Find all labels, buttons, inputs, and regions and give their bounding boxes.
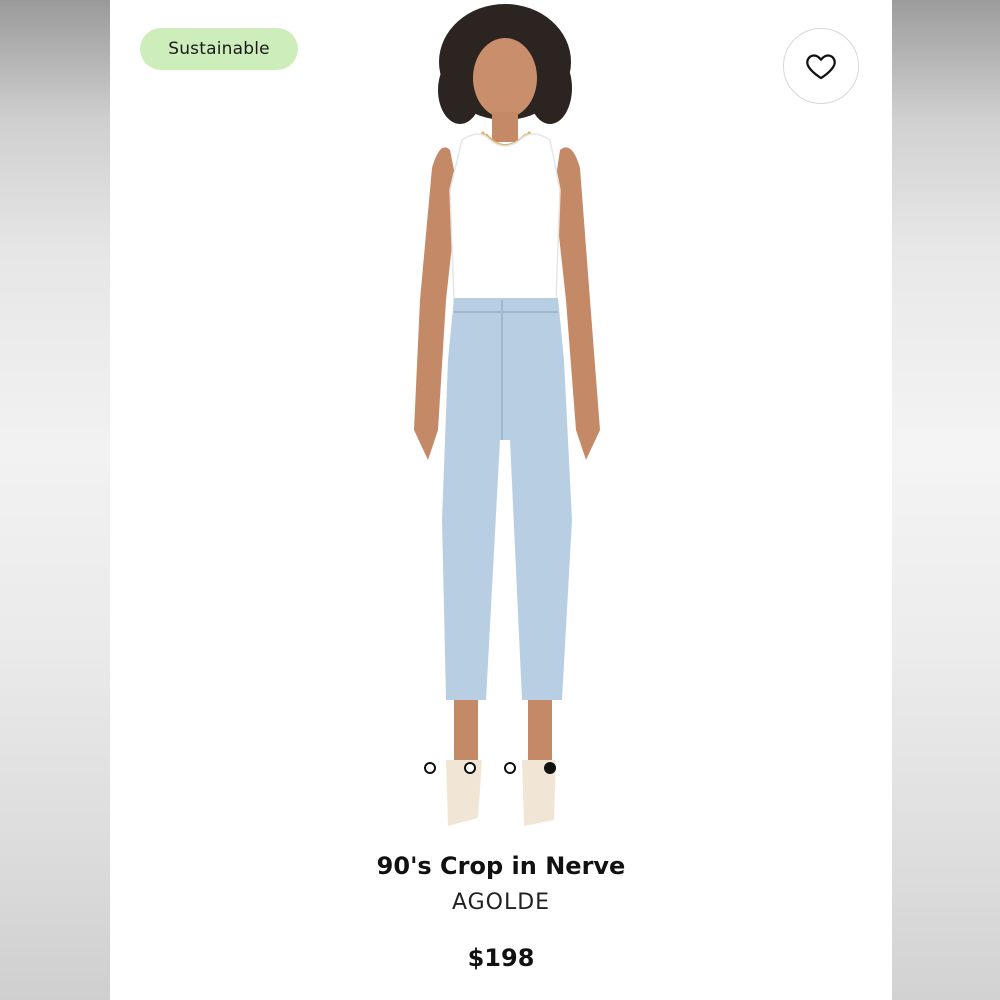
model-illustration bbox=[414, 4, 600, 826]
product-image[interactable] bbox=[350, 0, 650, 840]
product-brand[interactable]: AGOLDE bbox=[110, 890, 892, 915]
right-blurred-gutter bbox=[892, 0, 1000, 1000]
gallery-dot-2[interactable] bbox=[464, 762, 476, 774]
gallery-dot-4[interactable] bbox=[544, 762, 556, 774]
screenshot-viewport: Sustainable 90's Crop in Nerve AGOLDE $1… bbox=[0, 0, 1000, 1000]
gallery-pagination bbox=[424, 762, 556, 774]
product-title[interactable]: 90's Crop in Nerve bbox=[110, 852, 892, 880]
gallery-dot-3[interactable] bbox=[504, 762, 516, 774]
product-card[interactable]: Sustainable 90's Crop in Nerve AGOLDE $1… bbox=[110, 0, 892, 1000]
product-price: $198 bbox=[467, 944, 535, 972]
favorite-button[interactable] bbox=[783, 28, 859, 104]
left-blurred-gutter bbox=[0, 0, 110, 1000]
heart-outline-icon bbox=[806, 54, 836, 80]
gallery-dot-1[interactable] bbox=[424, 762, 436, 774]
sustainable-badge: Sustainable bbox=[140, 28, 298, 70]
